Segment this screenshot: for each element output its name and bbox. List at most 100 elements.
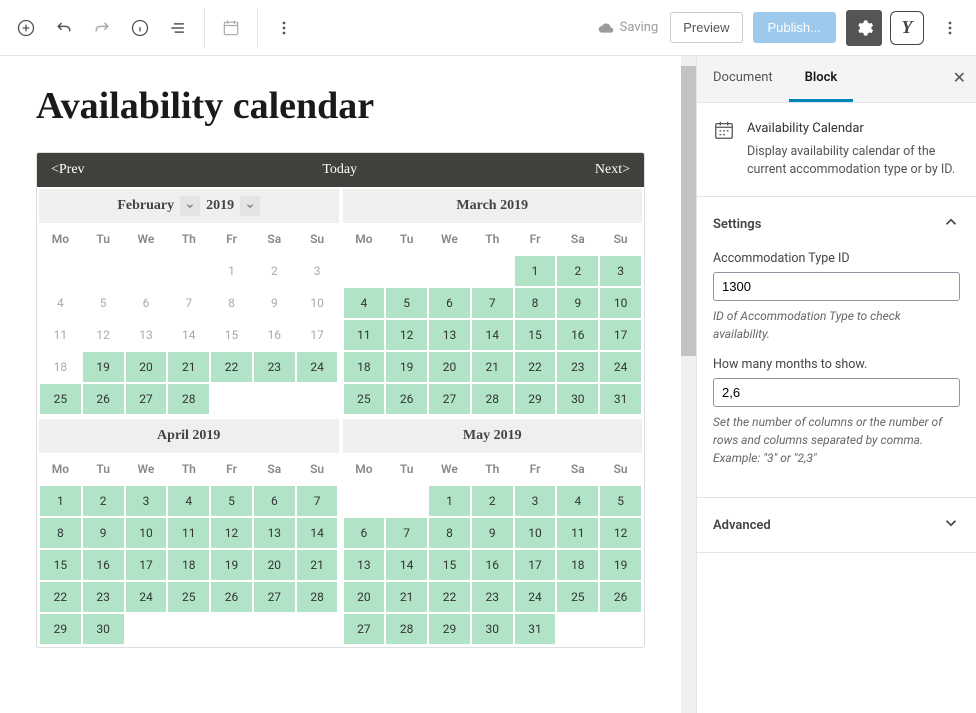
day-cell[interactable]: 16 bbox=[472, 550, 513, 580]
day-cell[interactable]: 15 bbox=[40, 550, 81, 580]
day-cell[interactable]: 21 bbox=[168, 352, 209, 382]
day-cell[interactable]: 2 bbox=[472, 486, 513, 516]
day-cell[interactable]: 11 bbox=[168, 518, 209, 548]
day-cell[interactable]: 24 bbox=[515, 582, 556, 612]
day-cell[interactable]: 5 bbox=[600, 486, 641, 516]
chevron-down-icon[interactable] bbox=[240, 196, 260, 216]
day-cell[interactable]: 2 bbox=[557, 256, 598, 286]
day-cell[interactable]: 4 bbox=[344, 288, 385, 318]
block-more-button[interactable] bbox=[266, 10, 302, 46]
day-cell[interactable]: 6 bbox=[344, 518, 385, 548]
day-cell[interactable]: 22 bbox=[515, 352, 556, 382]
availability-calendar-block[interactable]: <Prev Today Next> February 2019 MoTuWeTh… bbox=[36, 152, 645, 648]
day-cell[interactable]: 26 bbox=[211, 582, 252, 612]
day-cell[interactable]: 8 bbox=[211, 288, 252, 318]
day-cell[interactable]: 23 bbox=[557, 352, 598, 382]
day-cell[interactable]: 7 bbox=[297, 486, 338, 516]
day-cell[interactable]: 16 bbox=[254, 320, 295, 350]
day-cell[interactable]: 11 bbox=[557, 518, 598, 548]
top-more-button[interactable] bbox=[932, 10, 968, 46]
day-cell[interactable]: 31 bbox=[600, 384, 641, 414]
cal-today[interactable]: Today bbox=[322, 162, 357, 178]
publish-button[interactable]: Publish... bbox=[753, 12, 836, 43]
day-cell[interactable]: 8 bbox=[429, 518, 470, 548]
day-cell[interactable]: 12 bbox=[600, 518, 641, 548]
day-cell[interactable]: 19 bbox=[386, 352, 427, 382]
day-cell[interactable]: 2 bbox=[83, 486, 124, 516]
tab-block[interactable]: Block bbox=[789, 56, 854, 102]
sidebar-close-icon[interactable]: ✕ bbox=[953, 68, 966, 87]
day-cell[interactable]: 16 bbox=[557, 320, 598, 350]
redo-button[interactable] bbox=[84, 10, 120, 46]
tab-document[interactable]: Document bbox=[697, 56, 789, 102]
day-cell[interactable]: 23 bbox=[83, 582, 124, 612]
day-cell[interactable]: 12 bbox=[386, 320, 427, 350]
day-cell[interactable]: 17 bbox=[297, 320, 338, 350]
day-cell[interactable]: 10 bbox=[515, 518, 556, 548]
panel-advanced-toggle[interactable]: Advanced bbox=[697, 498, 976, 552]
day-cell[interactable]: 15 bbox=[515, 320, 556, 350]
day-cell[interactable]: 26 bbox=[83, 384, 124, 414]
day-cell[interactable]: 9 bbox=[557, 288, 598, 318]
day-cell[interactable]: 5 bbox=[211, 486, 252, 516]
type-id-input[interactable] bbox=[713, 272, 960, 301]
day-cell[interactable]: 23 bbox=[472, 582, 513, 612]
day-cell[interactable]: 15 bbox=[429, 550, 470, 580]
day-cell[interactable]: 24 bbox=[126, 582, 167, 612]
day-cell[interactable]: 5 bbox=[386, 288, 427, 318]
cal-prev[interactable]: <Prev bbox=[51, 162, 85, 178]
day-cell[interactable]: 22 bbox=[40, 582, 81, 612]
day-cell[interactable]: 21 bbox=[472, 352, 513, 382]
day-cell[interactable]: 3 bbox=[600, 256, 641, 286]
day-cell[interactable]: 11 bbox=[344, 320, 385, 350]
day-cell[interactable]: 25 bbox=[344, 384, 385, 414]
day-cell[interactable]: 10 bbox=[600, 288, 641, 318]
day-cell[interactable]: 18 bbox=[557, 550, 598, 580]
day-cell[interactable]: 1 bbox=[40, 486, 81, 516]
day-cell[interactable]: 28 bbox=[386, 614, 427, 644]
day-cell[interactable]: 3 bbox=[126, 486, 167, 516]
cal-next[interactable]: Next> bbox=[595, 162, 630, 178]
chevron-down-icon[interactable] bbox=[180, 196, 200, 216]
day-cell[interactable]: 21 bbox=[386, 582, 427, 612]
day-cell[interactable]: 1 bbox=[211, 256, 252, 286]
day-cell[interactable]: 20 bbox=[344, 582, 385, 612]
day-cell[interactable]: 4 bbox=[168, 486, 209, 516]
day-cell[interactable]: 14 bbox=[297, 518, 338, 548]
day-cell[interactable]: 17 bbox=[126, 550, 167, 580]
day-cell[interactable]: 9 bbox=[472, 518, 513, 548]
day-cell[interactable]: 24 bbox=[297, 352, 338, 382]
day-cell[interactable]: 19 bbox=[83, 352, 124, 382]
months-input[interactable] bbox=[713, 378, 960, 407]
day-cell[interactable]: 7 bbox=[168, 288, 209, 318]
editor-scrollbar[interactable] bbox=[681, 56, 696, 713]
day-cell[interactable]: 27 bbox=[344, 614, 385, 644]
day-cell[interactable]: 17 bbox=[600, 320, 641, 350]
day-cell[interactable]: 25 bbox=[557, 582, 598, 612]
day-cell[interactable]: 3 bbox=[515, 486, 556, 516]
day-cell[interactable]: 26 bbox=[600, 582, 641, 612]
day-cell[interactable]: 14 bbox=[386, 550, 427, 580]
yoast-button[interactable]: Y bbox=[890, 11, 924, 45]
day-cell[interactable]: 29 bbox=[429, 614, 470, 644]
day-cell[interactable]: 16 bbox=[83, 550, 124, 580]
day-cell[interactable]: 13 bbox=[344, 550, 385, 580]
day-cell[interactable]: 23 bbox=[254, 352, 295, 382]
day-cell[interactable]: 14 bbox=[472, 320, 513, 350]
month-select[interactable]: February bbox=[117, 198, 174, 214]
year-select[interactable]: 2019 bbox=[206, 198, 234, 214]
day-cell[interactable]: 3 bbox=[297, 256, 338, 286]
day-cell[interactable]: 9 bbox=[83, 518, 124, 548]
day-cell[interactable]: 6 bbox=[429, 288, 470, 318]
day-cell[interactable]: 29 bbox=[40, 614, 81, 644]
day-cell[interactable]: 27 bbox=[254, 582, 295, 612]
day-cell[interactable]: 10 bbox=[297, 288, 338, 318]
day-cell[interactable]: 9 bbox=[254, 288, 295, 318]
day-cell[interactable]: 14 bbox=[168, 320, 209, 350]
day-cell[interactable]: 18 bbox=[168, 550, 209, 580]
day-cell[interactable]: 13 bbox=[254, 518, 295, 548]
calendar-toolbar-icon[interactable] bbox=[213, 10, 249, 46]
post-title[interactable]: Availability calendar bbox=[36, 84, 645, 128]
day-cell[interactable]: 27 bbox=[126, 384, 167, 414]
day-cell[interactable]: 30 bbox=[83, 614, 124, 644]
